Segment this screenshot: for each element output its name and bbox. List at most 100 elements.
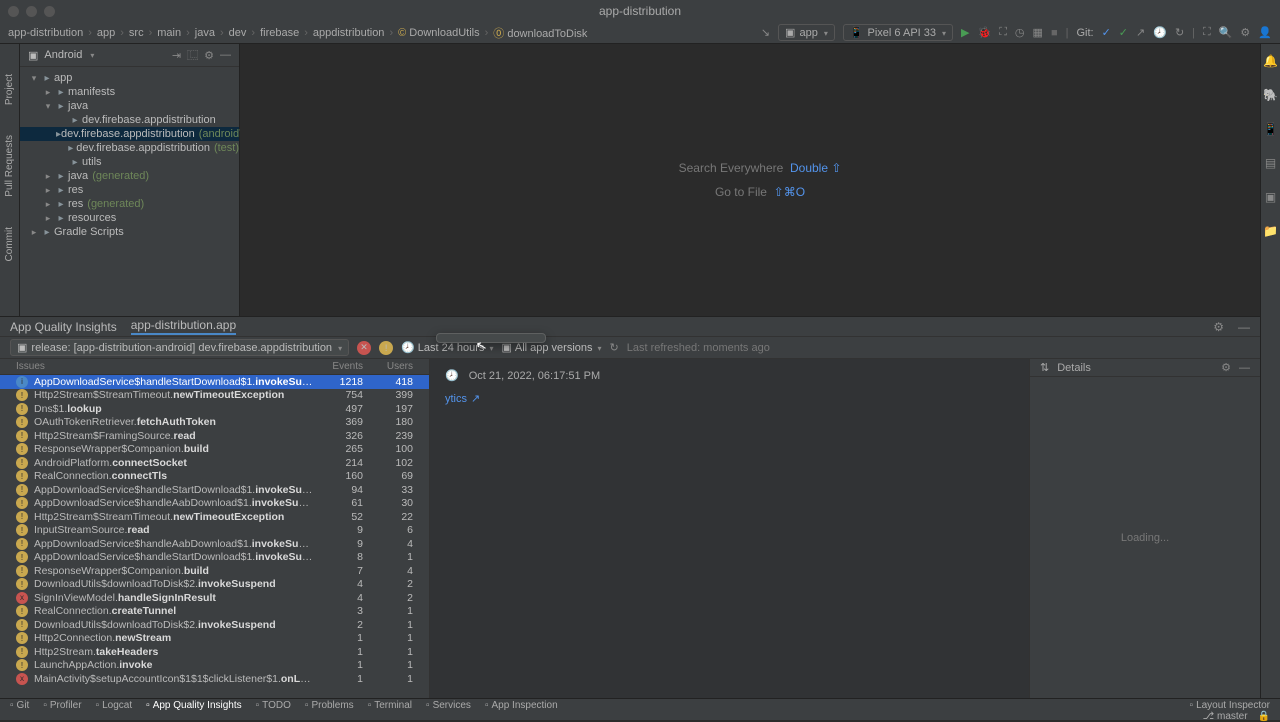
bottom-tool-logcat[interactable]: ▫ Logcat	[96, 700, 133, 711]
tree-item[interactable]: ▸▸manifests	[20, 85, 239, 99]
left-tool-project[interactable]: Project	[4, 74, 15, 105]
issues-list[interactable]: iAppDownloadService$handleStartDownload$…	[0, 375, 429, 698]
issue-row[interactable]: !Http2Stream$StreamTimeout.newTimeoutExc…	[0, 510, 429, 524]
aqi-tab-app[interactable]: app-distribution.app	[131, 318, 236, 335]
tree-item[interactable]: ▸▸Gradle Scripts	[20, 225, 239, 239]
resource-manager-icon[interactable]: ▤	[1265, 156, 1276, 170]
breadcrumb-item[interactable]: main	[157, 27, 181, 39]
run-button[interactable]: ▶	[961, 26, 969, 39]
breadcrumb-file[interactable]: © DownloadUtils	[398, 27, 479, 39]
tree-item[interactable]: ▸▸res	[20, 183, 239, 197]
tree-item[interactable]: ▾▸java	[20, 99, 239, 113]
issue-row[interactable]: !DownloadUtils$downloadToDisk$2.invokeSu…	[0, 578, 429, 592]
breadcrumb-item[interactable]: dev	[229, 27, 247, 39]
vcs-rollback-icon[interactable]: ↻	[1175, 26, 1184, 39]
col-issues[interactable]: Issues	[16, 361, 313, 372]
issue-row[interactable]: !AppDownloadService$handleStartDownload$…	[0, 551, 429, 565]
version-dropdown-popup[interactable]	[436, 333, 546, 343]
details-gear-icon[interactable]: ⚙	[1221, 361, 1231, 374]
bottom-tool-problems[interactable]: ▫ Problems	[305, 700, 354, 711]
issue-row[interactable]: !DownloadUtils$downloadToDisk$2.invokeSu…	[0, 618, 429, 632]
expand-icon[interactable]: ⿺	[187, 47, 198, 63]
breadcrumb-item[interactable]: app	[97, 27, 115, 39]
notifications-icon[interactable]: 🔔	[1263, 54, 1278, 68]
issue-row[interactable]: !AppDownloadService$handleAabDownload$1.…	[0, 537, 429, 551]
col-events[interactable]: Events	[313, 361, 363, 372]
vcs-push-icon[interactable]: ↗	[1136, 26, 1145, 39]
breadcrumb-file[interactable]: ⓪ downloadToDisk	[493, 25, 587, 41]
aqi-project-selector[interactable]: ▣ release: [app-distribution-android] de…	[10, 339, 349, 356]
breadcrumb-item[interactable]: appdistribution	[313, 27, 385, 39]
run-config-selector[interactable]: ▣ app	[778, 24, 835, 41]
issue-row[interactable]: !AndroidPlatform.connectSocket214102	[0, 456, 429, 470]
bottom-tool-terminal[interactable]: ▫ Terminal	[368, 700, 412, 711]
panel-hide-icon[interactable]: —	[220, 49, 231, 61]
details-hide-icon[interactable]: —	[1239, 362, 1250, 374]
issue-row[interactable]: !ResponseWrapper$Companion.build265100	[0, 443, 429, 457]
tree-item[interactable]: ▸▸res(generated)	[20, 197, 239, 211]
bottom-tool-profiler[interactable]: ▫ Profiler	[43, 700, 81, 711]
device-explorer-icon[interactable]: 📁	[1263, 224, 1278, 238]
filter-icon[interactable]: ⇅	[1040, 361, 1049, 374]
issue-row[interactable]: !LaunchAppAction.invoke11	[0, 659, 429, 673]
bottom-tool-app-quality-insights[interactable]: ▫ App Quality Insights	[146, 700, 241, 711]
coverage-button[interactable]: ⛶	[999, 26, 1007, 39]
issue-row[interactable]: !RealConnection.connectTls16069	[0, 470, 429, 484]
stop-button[interactable]: ■	[1051, 27, 1058, 39]
issue-row[interactable]: !Dns$1.lookup497197	[0, 402, 429, 416]
vcs-commit-icon[interactable]: ✓	[1119, 26, 1128, 39]
bottom-tool-app-inspection[interactable]: ▫ App Inspection	[485, 700, 558, 711]
tree-item[interactable]: ▾▸app	[20, 71, 239, 85]
vcs-update-icon[interactable]: ✓	[1102, 26, 1111, 39]
aqi-hide-icon[interactable]: —	[1238, 320, 1250, 334]
issue-row[interactable]: iAppDownloadService$handleStartDownload$…	[0, 375, 429, 389]
left-tool-pull-requests[interactable]: Pull Requests	[4, 135, 15, 197]
ide-settings-icon[interactable]: ⛶	[1203, 26, 1211, 39]
left-tool-commit[interactable]: Commit	[4, 227, 15, 261]
bottom-tool-todo[interactable]: ▫ TODO	[256, 700, 291, 711]
bottom-tool-git[interactable]: ▫ Git	[10, 700, 29, 711]
bottom-tool-services[interactable]: ▫ Services	[426, 700, 471, 711]
issue-row[interactable]: !OAuthTokenRetriever.fetchAuthToken36918…	[0, 416, 429, 430]
search-icon[interactable]: 🔍	[1219, 26, 1233, 39]
aqi-tab-main[interactable]: App Quality Insights	[10, 320, 117, 334]
settings-icon[interactable]: ⚙	[1240, 26, 1250, 39]
issue-row[interactable]: !InputStreamSource.read96	[0, 524, 429, 538]
device-selector[interactable]: 📱 Pixel 6 API 33	[843, 24, 953, 41]
profile-button[interactable]: ◷	[1015, 26, 1025, 39]
issue-row[interactable]: !Http2Stream$FramingSource.read326239	[0, 429, 429, 443]
issue-row[interactable]: !Http2Stream$StreamTimeout.newTimeoutExc…	[0, 389, 429, 403]
breadcrumb-item[interactable]: firebase	[260, 27, 299, 39]
tree-item[interactable]: ▸▸java(generated)	[20, 169, 239, 183]
tree-item[interactable]: ▸▸resources	[20, 211, 239, 225]
issue-row[interactable]: xSignInViewModel.handleSignInResult42	[0, 591, 429, 605]
col-users[interactable]: Users	[363, 361, 413, 372]
issue-row[interactable]: !Http2Stream.takeHeaders11	[0, 645, 429, 659]
aqi-refresh-icon[interactable]: ↻	[610, 341, 619, 354]
tree-item[interactable]: ▸utils	[20, 155, 239, 169]
issue-row[interactable]: !ResponseWrapper$Companion.build74	[0, 564, 429, 578]
window-controls[interactable]	[8, 6, 55, 17]
aqi-filter-fatal[interactable]: ✕	[357, 341, 371, 355]
vcs-history-icon[interactable]: 🕗	[1153, 26, 1167, 39]
issue-row[interactable]: !AppDownloadService$handleAabDownload$1.…	[0, 497, 429, 511]
variant-selector[interactable]: Android	[44, 49, 82, 61]
breadcrumbs[interactable]: app-distribution›app›src›main›java›dev›f…	[8, 25, 756, 41]
sync-icon[interactable]: ↘	[761, 26, 770, 39]
issue-row[interactable]: !RealConnection.createTunnel31	[0, 605, 429, 619]
issue-row[interactable]: !AppDownloadService$handleStartDownload$…	[0, 483, 429, 497]
issue-row[interactable]: xMainActivity$setupAccountIcon$1$1$click…	[0, 672, 429, 686]
debug-button[interactable]: 🐞	[978, 26, 992, 39]
crashlytics-link[interactable]: ytics ↗	[430, 392, 1029, 405]
tree-item[interactable]: ▸dev.firebase.appdistribution(test)	[20, 141, 239, 155]
issue-row[interactable]: !Http2Connection.newStream11	[0, 632, 429, 646]
device-manager-icon[interactable]: 📱	[1263, 122, 1278, 136]
project-tree[interactable]: ▾▸app▸▸manifests▾▸java▸dev.firebase.appd…	[20, 67, 239, 243]
select-opened-icon[interactable]: ⇥	[172, 49, 181, 62]
account-icon[interactable]: 👤	[1258, 26, 1272, 39]
panel-gear-icon[interactable]: ⚙	[204, 49, 214, 62]
tree-item[interactable]: ▸dev.firebase.appdistribution	[20, 113, 239, 127]
breadcrumb-item[interactable]: app-distribution	[8, 27, 83, 39]
aqi-settings-icon[interactable]: ⚙	[1213, 320, 1224, 334]
gradle-icon[interactable]: 🐘	[1263, 88, 1278, 102]
